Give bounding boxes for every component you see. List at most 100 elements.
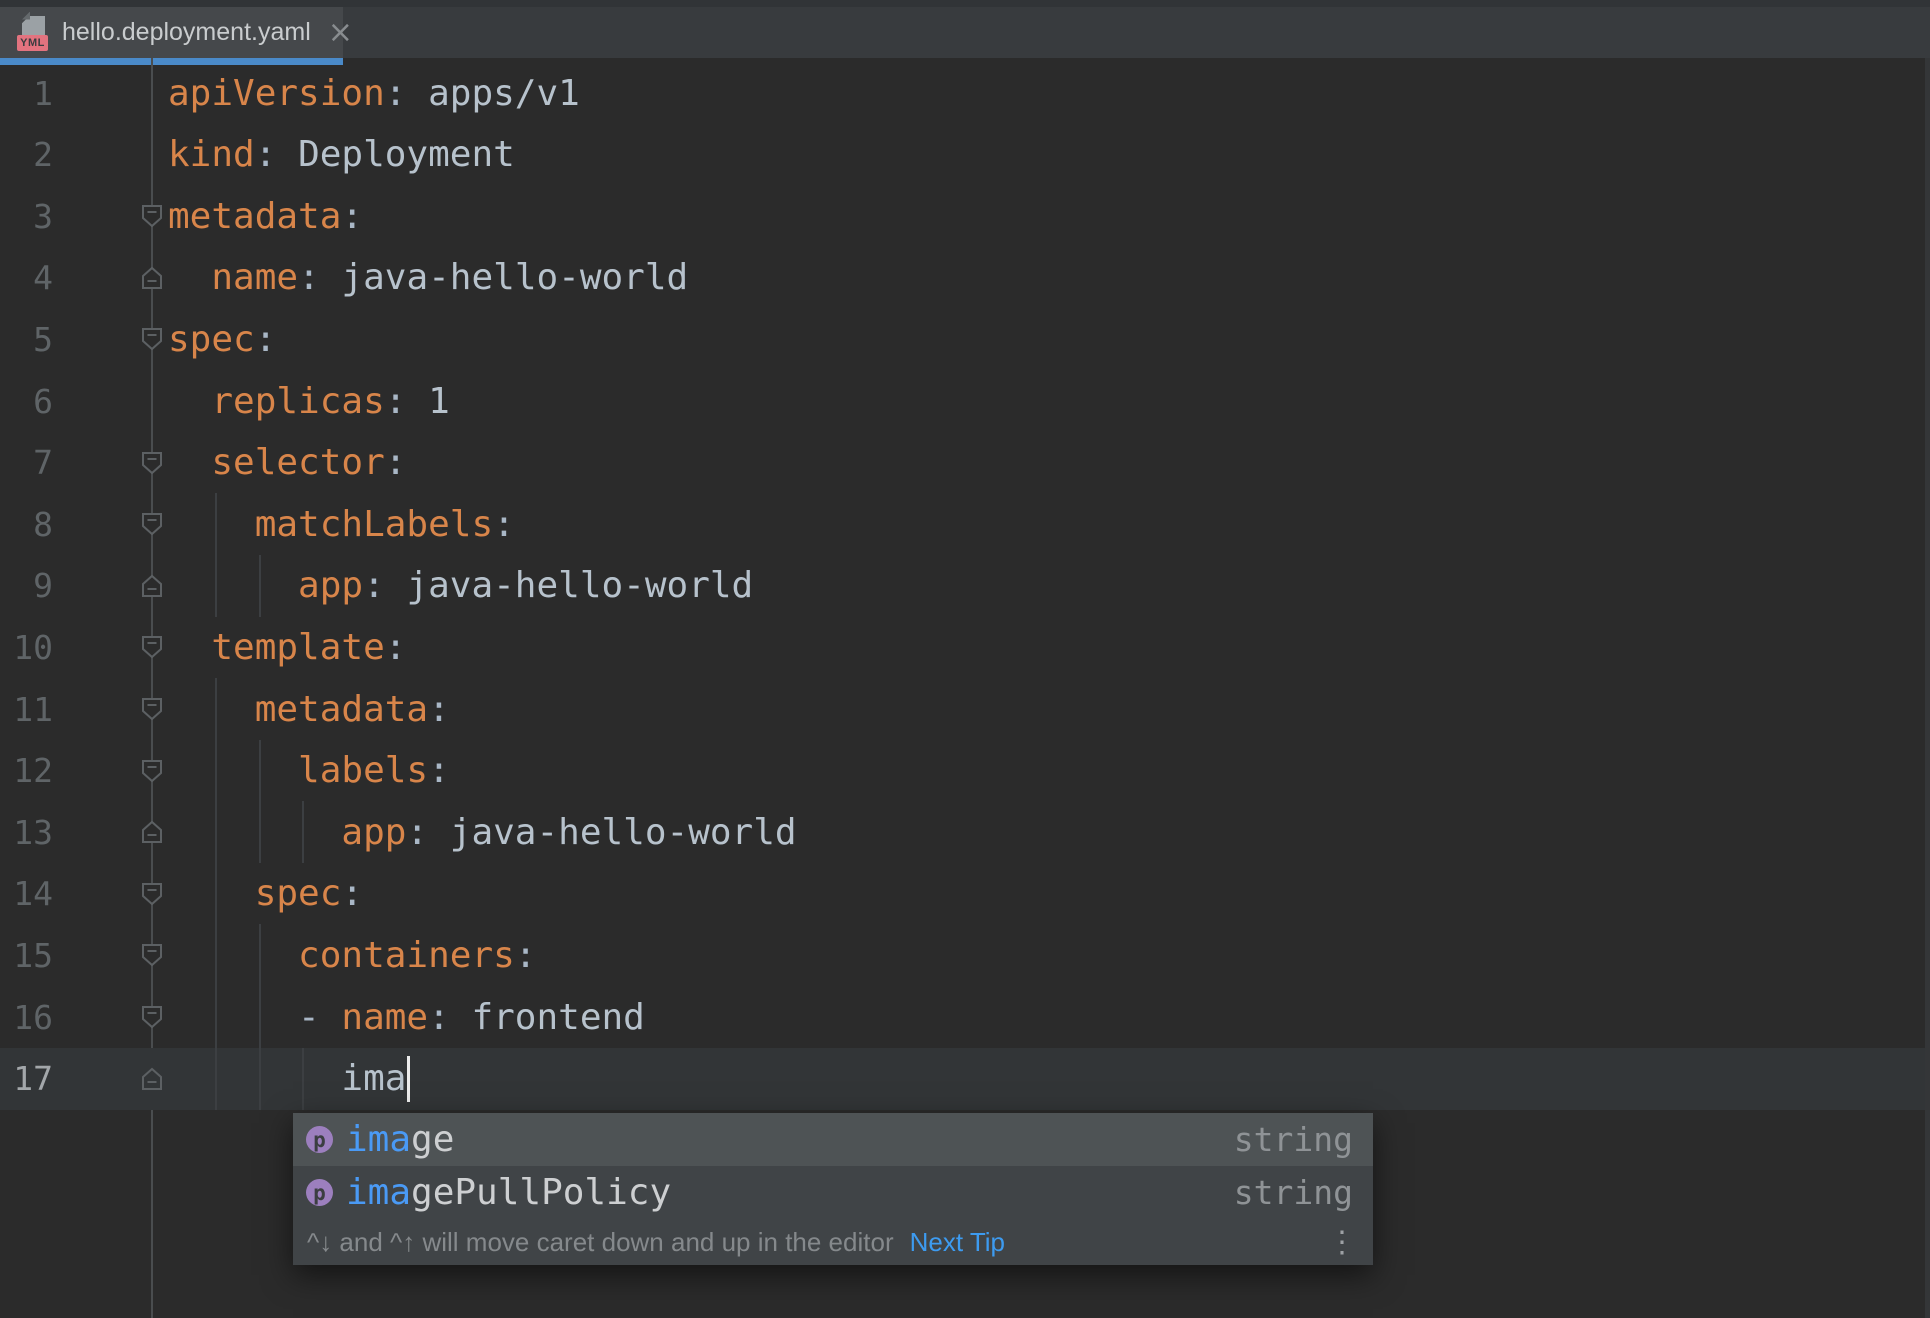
code-line-16[interactable]: 16 - name: frontend [0,986,1925,1048]
token-punc: : [428,996,472,1038]
code-line-1[interactable]: 1 apiVersion: apps/v1 [0,62,1925,124]
token-val: 1 [428,380,450,422]
matched-prefix: ima [346,1119,412,1160]
token-key: matchLabels [254,503,494,545]
code-line-5[interactable]: 5 spec: [0,308,1925,370]
code-line-6[interactable]: 6 replicas: 1 [0,370,1925,432]
token-val: java-hello-world [449,811,797,853]
completion-item-label: image [346,1119,454,1160]
code-line-10[interactable]: 10 template: [0,616,1925,678]
code-line-3[interactable]: 3 metadata: [0,185,1925,247]
property-icon: p [306,1126,333,1153]
fold-collapse-icon[interactable] [139,203,165,229]
code-text[interactable]: ima [168,1048,411,1110]
code-text[interactable]: metadata: [168,678,450,740]
line-number: 1 [33,73,53,113]
fold-collapse-icon[interactable] [139,511,165,537]
token-punc: : [341,873,364,915]
token-punc [168,689,255,730]
token-punc: : [254,134,299,176]
tab-title: hello.deployment.yaml [62,18,311,46]
code-text[interactable]: metadata: [168,185,363,247]
code-text[interactable]: labels: [168,740,450,802]
code-line-17[interactable]: 17 ima [0,1047,1925,1110]
completion-item-label: imagePullPolicy [346,1172,671,1213]
code-text[interactable]: selector: [168,432,406,494]
token-punc: : [514,934,537,976]
fold-end-icon[interactable] [139,265,165,291]
token-val: java-hello-world [406,565,754,607]
token-key: labels [298,750,429,792]
token-punc: : [384,72,429,114]
text-caret [407,1055,411,1102]
token-key: metadata [254,688,429,730]
completion-item-imagePullPolicy[interactable]: p imagePullPolicy string [293,1166,1373,1219]
code-text[interactable]: name: java-hello-world [168,247,688,309]
yaml-file-type-badge: YML [17,34,48,51]
token-punc: : [384,442,407,484]
code-text[interactable]: matchLabels: [168,493,515,555]
code-text[interactable]: - name: frontend [168,986,645,1048]
tab-close-icon[interactable]: × [328,17,353,48]
fold-end-icon[interactable] [139,573,165,599]
token-val: apps/v1 [428,72,580,114]
token-punc: : [493,503,515,545]
fold-collapse-icon[interactable] [139,1004,165,1030]
fold-end-icon[interactable] [139,1066,165,1092]
line-number: 15 [13,935,53,975]
token-punc: : [384,380,429,422]
fold-collapse-icon[interactable] [139,634,165,660]
token-val: frontend [471,996,645,1038]
code-line-7[interactable]: 7 selector: [0,432,1925,494]
line-number: 9 [33,566,53,606]
token-val: java-hello-world [341,257,689,299]
ide-window: YML hello.deployment.yaml × 1 apiVersion:… [0,0,1930,1318]
token-punc: - [168,996,342,1038]
code-line-12[interactable]: 12 labels: [0,739,1925,802]
token-key: apiVersion [168,72,385,114]
line-number: 12 [13,751,53,791]
token-punc: : [341,195,364,237]
code-line-4[interactable]: 4 name: java-hello-world [0,247,1925,309]
fold-end-icon[interactable] [139,819,165,845]
line-number: 14 [13,874,53,914]
fold-collapse-icon[interactable] [139,942,165,968]
tab-hello-deployment-yaml[interactable]: YML hello.deployment.yaml × [0,7,353,58]
token-punc [168,812,341,853]
token-punc: : [428,688,450,730]
code-text[interactable]: containers: [168,924,536,986]
token-punc [168,442,211,483]
code-line-15[interactable]: 15 containers: [0,924,1925,987]
next-tip-link[interactable]: Next Tip [910,1227,1005,1258]
token-punc [168,504,255,545]
fold-collapse-icon[interactable] [139,758,165,784]
code-line-11[interactable]: 11 metadata: [0,678,1925,740]
code-text[interactable]: app: java-hello-world [168,801,797,863]
line-number: 2 [33,135,53,175]
code-line-2[interactable]: 2 kind: Deployment [0,124,1925,186]
code-line-8[interactable]: 8 matchLabels: [0,493,1925,556]
yaml-file-icon: YML [17,11,49,51]
code-text[interactable]: app: java-hello-world [168,555,753,617]
scrollbar-track[interactable] [1925,58,1930,1318]
line-number: 13 [13,812,53,852]
code-text[interactable]: apiVersion: apps/v1 [168,62,580,124]
token-key: containers [298,934,515,976]
code-line-14[interactable]: 14 spec: [0,862,1925,925]
fold-collapse-icon[interactable] [139,696,165,722]
code-text[interactable]: kind: Deployment [168,124,515,186]
matched-prefix: ima [346,1172,412,1213]
code-line-9[interactable]: 9 app: java-hello-world [0,554,1925,617]
code-text[interactable]: spec: [168,308,276,370]
code-text[interactable]: spec: [168,863,363,925]
code-line-13[interactable]: 13 app: java-hello-world [0,801,1925,864]
code-text[interactable]: replicas: 1 [168,370,450,432]
completion-item-type: string [1233,1173,1353,1212]
code-text[interactable]: template: [168,616,406,678]
completion-item-image[interactable]: p image string [293,1113,1373,1166]
fold-collapse-icon[interactable] [139,881,165,907]
token-punc [168,257,211,298]
fold-collapse-icon[interactable] [139,326,165,352]
fold-collapse-icon[interactable] [139,450,165,476]
more-options-icon[interactable]: ⋮ [1327,1225,1361,1260]
